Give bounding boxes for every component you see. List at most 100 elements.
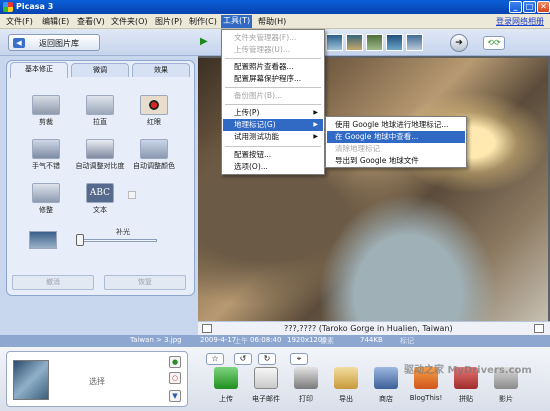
auto-contrast-button[interactable]: 自动调整对比度 xyxy=(70,139,130,179)
text-button[interactable]: ABC 文本 xyxy=(70,183,130,223)
fill-light-icon xyxy=(29,231,57,249)
menu-separator xyxy=(225,146,321,147)
menu-separator xyxy=(225,87,321,88)
im-feeling-lucky-button[interactable]: 手气不错 xyxy=(16,139,76,179)
menu-item-experimental[interactable]: 试用测试功能 ▶ xyxy=(223,131,323,143)
menu-view[interactable]: 查看(V) xyxy=(75,16,107,28)
back-arrow-icon: ◀ xyxy=(13,38,25,48)
print-button[interactable]: 打印 xyxy=(286,367,326,411)
thumbnail[interactable] xyxy=(406,34,423,51)
thumbnail[interactable] xyxy=(326,34,343,51)
geotag-tray-button[interactable]: ⌖ xyxy=(290,353,308,365)
caption-icon[interactable] xyxy=(202,324,212,333)
retouch-button[interactable]: 修整 xyxy=(16,183,76,223)
tray-thumbnail[interactable] xyxy=(13,360,49,400)
crop-button[interactable]: 剪裁 xyxy=(16,95,76,135)
status-path: Taiwan > 3.jpg xyxy=(130,336,182,344)
rotate-view-button[interactable]: ⟲⟳ xyxy=(483,36,505,50)
menu-item-export-kml[interactable]: 导出到 Google 地球文件 xyxy=(327,155,465,167)
fill-light-slider-thumb[interactable] xyxy=(76,234,84,246)
menu-item-folder-manager[interactable]: 文件夹管理器(F)... xyxy=(223,32,323,44)
submenu-arrow-icon: ▶ xyxy=(313,133,318,140)
tab-basic-fixes[interactable]: 基本修正 xyxy=(10,62,68,78)
tray-selection-box: 选择 ● ○ ▼ xyxy=(6,351,188,407)
red-eye-label: 红眼 xyxy=(147,118,161,126)
rotate-right-button[interactable]: ↻ xyxy=(258,353,276,365)
auto-color-button[interactable]: 自动调整颜色 xyxy=(124,139,184,179)
menu-item-view-in-earth[interactable]: 在 Google 地球中查看... xyxy=(327,131,465,143)
collage-label: 拼贴 xyxy=(459,395,473,403)
picasa-app-icon xyxy=(3,2,13,12)
thumbnail-strip xyxy=(326,34,444,52)
menu-help[interactable]: 帮助(H) xyxy=(256,16,288,28)
tray-select-label: 选择 xyxy=(89,377,105,386)
minimize-button[interactable]: _ xyxy=(509,1,522,13)
menu-item-configure-screensaver[interactable]: 配置屏幕保护程序... xyxy=(223,73,323,85)
back-to-library-button[interactable]: ◀ 返回图片库 xyxy=(8,34,100,51)
menu-item-geotag[interactable]: 地理标记(G) ▶ xyxy=(223,119,323,131)
rotate-left-button[interactable]: ↺ xyxy=(234,353,252,365)
menu-item-geotag-with-earth[interactable]: 使用 Google 地球进行地理标记... xyxy=(327,119,465,131)
email-button[interactable]: 电子邮件 xyxy=(246,367,286,411)
tab-tuning[interactable]: 微调 xyxy=(71,63,129,77)
auto-color-icon xyxy=(140,139,168,159)
upload-label: 上传 xyxy=(219,395,233,403)
red-eye-button[interactable]: 红眼 xyxy=(124,95,184,135)
shop-button[interactable]: 商店 xyxy=(366,367,406,411)
menu-item-backup[interactable]: 备份图片(B)... xyxy=(223,90,323,102)
print-label: 打印 xyxy=(299,395,313,403)
blogthis-label: BlogThis! xyxy=(409,394,443,402)
menu-tools[interactable]: 工具(T) xyxy=(221,15,253,28)
thumbnail[interactable] xyxy=(346,34,363,51)
menu-edit[interactable]: 编辑(E) xyxy=(40,16,71,28)
fill-light-slider[interactable] xyxy=(77,239,157,242)
text-label: 文本 xyxy=(93,206,107,214)
photo-caption[interactable]: ???,???? (Taroko Gorge in Hualien, Taiwa… xyxy=(284,324,453,333)
menu-item-configure-buttons[interactable]: 配置按钮... xyxy=(223,149,323,161)
add-to-album-icon[interactable]: ▼ xyxy=(169,390,181,402)
back-to-library-label: 返回图片库 xyxy=(39,39,79,48)
menu-create[interactable]: 制作(C) xyxy=(187,16,219,28)
tab-effects[interactable]: 效果 xyxy=(132,63,190,77)
print-icon xyxy=(294,367,318,389)
status-geotag: 标记 xyxy=(400,337,414,345)
menu-folder[interactable]: 文件夹(O) xyxy=(109,16,150,28)
menu-file[interactable]: 文件(F) xyxy=(4,16,35,28)
delete-caption-icon[interactable] xyxy=(534,324,544,333)
web-album-login-link[interactable]: 登录网络相册 xyxy=(496,16,544,27)
export-button[interactable]: 导出 xyxy=(326,367,366,411)
menu-item-geotag-label: 地理标记(G) xyxy=(234,120,276,129)
menu-picture[interactable]: 图片(P) xyxy=(153,16,184,28)
menu-item-options[interactable]: 选项(O)... xyxy=(223,161,323,173)
star-button[interactable]: ☆ xyxy=(206,353,224,365)
menu-item-experimental-label: 试用测试功能 xyxy=(234,132,279,141)
thumbnail[interactable] xyxy=(386,34,403,51)
status-pixels-label: 像素 xyxy=(320,337,334,345)
straighten-button[interactable]: 拉直 xyxy=(70,95,130,135)
shop-icon xyxy=(374,367,398,389)
status-time-prefix: 上午 xyxy=(234,337,248,345)
photo-tray: 选择 ● ○ ▼ ☆ ↺ ↻ ⌖ 上传 电子邮件 打印 导出 商店 BlogTh… xyxy=(0,347,550,411)
play-slideshow-button[interactable]: ▶ xyxy=(200,36,208,47)
next-photo-button[interactable]: ➔ xyxy=(450,34,468,52)
export-label: 导出 xyxy=(339,395,353,403)
close-button[interactable]: ✕ xyxy=(537,1,550,13)
clear-icon[interactable]: ○ xyxy=(169,372,181,384)
crop-icon xyxy=(32,95,60,115)
undo-button[interactable]: 撤消 xyxy=(12,275,94,290)
upload-button[interactable]: 上传 xyxy=(206,367,246,411)
geotag-submenu: 使用 Google 地球进行地理标记... 在 Google 地球中查看... … xyxy=(325,116,467,168)
menu-item-clear-geotag[interactable]: 清除地理标记 xyxy=(327,143,465,155)
menu-item-upload[interactable]: 上传(P) ▶ xyxy=(223,107,323,119)
edit-tabs: 基本修正 微调 效果 xyxy=(7,61,196,78)
caption-bar: ???,???? (Taroko Gorge in Hualien, Taiwa… xyxy=(198,321,550,335)
menu-item-upload-manager[interactable]: 上传管理器(U)... xyxy=(223,44,323,56)
menu-item-configure-viewer[interactable]: 配置照片查看器... xyxy=(223,61,323,73)
maximize-button[interactable]: □ xyxy=(523,1,536,13)
hold-icon[interactable]: ● xyxy=(169,356,181,368)
watermark-logo: 驱动之家 MyDrivers.com xyxy=(404,365,532,376)
thumbnail[interactable] xyxy=(366,34,383,51)
tools-menu: 文件夹管理器(F)... 上传管理器(U)... 配置照片查看器... 配置屏幕… xyxy=(221,29,325,175)
redo-button[interactable]: 恢复 xyxy=(104,275,186,290)
status-bar: Taiwan > 3.jpg 2009-4-17 上午 06:08:40 192… xyxy=(0,335,550,347)
